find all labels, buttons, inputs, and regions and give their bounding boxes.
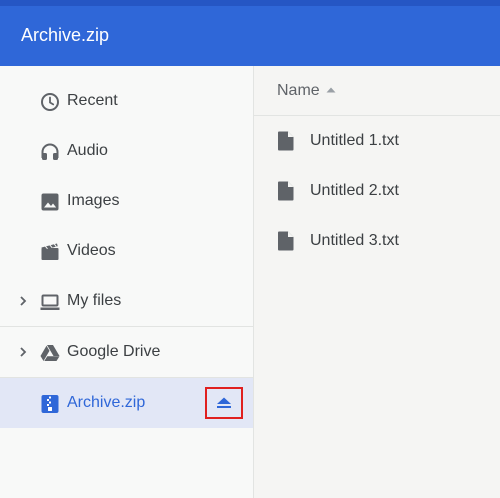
laptop-icon bbox=[40, 294, 60, 310]
file-list: Name Untitled 1.txt Untitled 2.txt Untit… bbox=[254, 66, 500, 498]
sidebar-item-label: My files bbox=[67, 292, 122, 309]
file-name: Untitled 2.txt bbox=[310, 182, 399, 199]
sidebar-item-recent[interactable]: Recent bbox=[0, 76, 253, 126]
clock-icon bbox=[41, 93, 59, 111]
eject-button[interactable] bbox=[205, 387, 243, 419]
chevron-right-icon[interactable] bbox=[18, 293, 28, 309]
sidebar-item-label: Google Drive bbox=[67, 343, 161, 360]
file-name: Untitled 1.txt bbox=[310, 132, 399, 149]
sidebar-item-my-files[interactable]: My files bbox=[0, 276, 253, 326]
file-row[interactable]: Untitled 3.txt bbox=[254, 216, 500, 266]
sidebar-item-label: Recent bbox=[67, 92, 118, 109]
sidebar-item-google-drive[interactable]: Google Drive bbox=[0, 327, 253, 377]
sidebar-item-archive-zip[interactable]: Archive.zip bbox=[0, 378, 253, 428]
sidebar-item-audio[interactable]: Audio bbox=[0, 126, 253, 176]
google-drive-icon bbox=[40, 345, 60, 361]
sidebar: Recent Audio Images Videos My files Goog… bbox=[0, 66, 254, 498]
chevron-right-icon[interactable] bbox=[18, 344, 28, 360]
file-name: Untitled 3.txt bbox=[310, 232, 399, 249]
eject-icon bbox=[217, 397, 231, 408]
sidebar-item-videos[interactable]: Videos bbox=[0, 226, 253, 276]
film-icon bbox=[41, 243, 59, 260]
zip-icon bbox=[41, 395, 59, 413]
sidebar-item-label: Archive.zip bbox=[67, 394, 146, 411]
file-row[interactable]: Untitled 2.txt bbox=[254, 166, 500, 216]
file-icon bbox=[278, 131, 294, 151]
file-list-header: Name bbox=[254, 66, 500, 116]
headphones-icon bbox=[41, 143, 59, 160]
sidebar-item-images[interactable]: Images bbox=[0, 176, 253, 226]
file-row[interactable]: Untitled 1.txt bbox=[254, 116, 500, 166]
file-icon bbox=[278, 181, 294, 201]
file-icon bbox=[278, 231, 294, 251]
sidebar-item-label: Videos bbox=[67, 242, 116, 259]
image-icon bbox=[41, 193, 59, 211]
sort-ascending-icon[interactable] bbox=[326, 86, 336, 94]
window-title: Archive.zip bbox=[21, 25, 110, 45]
name-column-header[interactable]: Name bbox=[277, 66, 320, 116]
sidebar-item-label: Images bbox=[67, 192, 120, 209]
sidebar-item-label: Audio bbox=[67, 142, 108, 159]
window-title-bar: Archive.zip bbox=[0, 6, 500, 66]
